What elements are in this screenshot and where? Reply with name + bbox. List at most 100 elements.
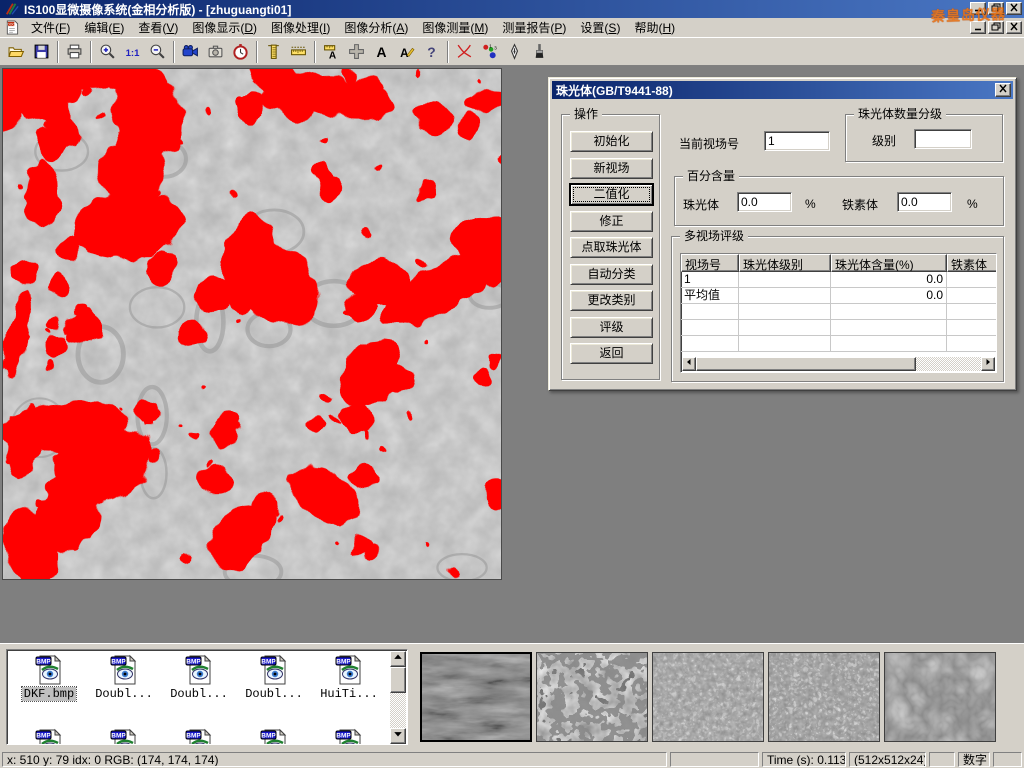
svg-text:BMP: BMP: [186, 659, 201, 666]
grade-group-label: 珠光体数量分级: [854, 107, 946, 121]
gallery-thumbnail-1[interactable]: [420, 652, 532, 742]
table-header-cell[interactable]: 铁素体: [947, 254, 997, 272]
micrograph-image[interactable]: [2, 68, 502, 580]
op-button-4[interactable]: 修正: [570, 211, 653, 232]
svg-text:A: A: [400, 47, 409, 60]
bmp-file-icon: BMP: [334, 728, 364, 745]
table-cell: [739, 320, 831, 336]
op-button-5[interactable]: 点取珠光体: [570, 237, 653, 258]
text-icon[interactable]: A: [369, 39, 394, 64]
file-item-partial[interactable]: BMP: [13, 728, 85, 745]
file-item-partial[interactable]: BMP: [313, 728, 385, 745]
table-header-cell[interactable]: 珠光体含量(%): [831, 254, 947, 272]
gallery-thumbnail-3[interactable]: [652, 652, 764, 742]
table-horizontal-scrollbar[interactable]: [682, 357, 995, 371]
file-item-partial[interactable]: BMP: [163, 728, 235, 745]
measure-text-icon[interactable]: A: [319, 39, 344, 64]
menu-item-2[interactable]: 编辑(E): [77, 17, 131, 38]
scroll-up-icon[interactable]: [390, 651, 406, 667]
ruler-horizontal-icon[interactable]: [286, 39, 311, 64]
menu-item-1[interactable]: 文件(F): [24, 17, 77, 38]
save-icon[interactable]: [29, 39, 54, 64]
title-bar: IS100显微摄像系统(金相分析版) - [zhuguangti01]: [0, 0, 1024, 18]
ferrite-percent-input[interactable]: [897, 192, 952, 212]
level-input[interactable]: [914, 129, 972, 149]
file-item[interactable]: BMPHuiTi...: [313, 654, 385, 701]
table-row[interactable]: [681, 304, 996, 320]
help-icon[interactable]: ?: [419, 39, 444, 64]
table-header-cell[interactable]: 珠光体级别: [739, 254, 831, 272]
gallery-thumbnail-4[interactable]: [768, 652, 880, 742]
video-camera-icon[interactable]: [178, 39, 203, 64]
scrollbar-thumb[interactable]: [390, 667, 406, 693]
grade-group: 珠光体数量分级 级别: [845, 114, 1003, 162]
file-item-partial[interactable]: BMP: [88, 728, 160, 745]
menu-item-4[interactable]: 图像显示(D): [185, 17, 264, 38]
close-button[interactable]: [1006, 2, 1022, 15]
op-button-3[interactable]: 二值化: [570, 184, 653, 205]
gallery-thumbnail-2[interactable]: [536, 652, 648, 742]
op-button-7[interactable]: 更改类别: [570, 290, 653, 311]
svg-text:BMP: BMP: [36, 659, 51, 666]
actual-size-icon[interactable]: 1:1: [120, 39, 145, 64]
classify-points-icon[interactable]: 13: [477, 39, 502, 64]
timer-icon[interactable]: [228, 39, 253, 64]
table-row[interactable]: 平均值0.0: [681, 288, 996, 304]
file-name: Doubl...: [243, 687, 305, 701]
brush-icon[interactable]: [527, 39, 552, 64]
scroll-left-icon[interactable]: [682, 357, 696, 371]
file-item[interactable]: BMPDoubl...: [238, 654, 310, 701]
toolbar-separator: [447, 41, 449, 63]
scroll-down-icon[interactable]: [390, 728, 406, 744]
table-row[interactable]: [681, 320, 996, 336]
scrollbar-thumb[interactable]: [696, 357, 916, 371]
file-item-partial[interactable]: BMP: [238, 728, 310, 745]
current-view-input[interactable]: [764, 131, 830, 151]
file-list[interactable]: BMPDKF.bmpBMPDoubl...BMPDoubl...BMPDoubl…: [6, 649, 408, 745]
op-button-6[interactable]: 自动分类: [570, 264, 653, 285]
scrollbar-track[interactable]: [916, 357, 981, 371]
op-button-8[interactable]: 评级: [570, 317, 653, 338]
table-cell: [681, 320, 739, 336]
menu-item-9[interactable]: 设置(S): [573, 17, 627, 38]
op-button-1[interactable]: 初始化: [570, 131, 653, 152]
table-row[interactable]: [681, 336, 996, 352]
curve-tool-icon[interactable]: [452, 39, 477, 64]
zoom-out-icon[interactable]: [145, 39, 170, 64]
menu-item-7[interactable]: 图像测量(M): [415, 17, 495, 38]
file-item[interactable]: BMP DKF.bmp: [13, 654, 85, 701]
file-name: Doubl...: [168, 687, 230, 701]
table-header-cell[interactable]: 视场号: [681, 254, 739, 272]
scroll-right-icon[interactable]: [981, 357, 995, 371]
table-cell: [947, 288, 997, 304]
file-list-scrollbar[interactable]: [390, 651, 406, 744]
menu-item-3[interactable]: 查看(V): [131, 17, 185, 38]
op-button-9[interactable]: 返回: [570, 343, 653, 364]
dialog-title-bar[interactable]: 珠光体(GB/T9441-88): [552, 81, 1013, 99]
file-item[interactable]: BMP Doubl...: [163, 654, 235, 701]
file-name: DKF.bmp: [22, 687, 76, 701]
child-close-button[interactable]: [1006, 21, 1022, 34]
table-row[interactable]: 10.0: [681, 272, 996, 288]
capture-icon[interactable]: [203, 39, 228, 64]
svg-text:BMP: BMP: [111, 733, 126, 740]
svg-text:BMP: BMP: [186, 733, 201, 740]
percent-group: 百分含量 珠光体 % 铁素体 %: [674, 176, 1004, 226]
file-item[interactable]: BMPDoubl...: [88, 654, 160, 701]
op-button-2[interactable]: 新视场: [570, 158, 653, 179]
dialog-close-icon[interactable]: [995, 83, 1011, 97]
zoom-in-icon[interactable]: [95, 39, 120, 64]
move-icon[interactable]: [344, 39, 369, 64]
caliper-vertical-icon[interactable]: [261, 39, 286, 64]
gallery-thumbnail-5[interactable]: [884, 652, 996, 742]
print-icon[interactable]: [62, 39, 87, 64]
open-icon[interactable]: [4, 39, 29, 64]
pen-icon[interactable]: [502, 39, 527, 64]
edit-text-icon[interactable]: A: [394, 39, 419, 64]
menu-item-8[interactable]: 测量报告(P): [495, 17, 573, 38]
menu-item-6[interactable]: 图像分析(A): [337, 17, 415, 38]
multiview-table[interactable]: 视场号珠光体级别珠光体含量(%)铁素体 10.0平均值0.0: [680, 253, 997, 373]
menu-item-5[interactable]: 图像处理(I): [264, 17, 337, 38]
menu-item-10[interactable]: 帮助(H): [627, 17, 682, 38]
pearlite-percent-input[interactable]: [737, 192, 792, 212]
